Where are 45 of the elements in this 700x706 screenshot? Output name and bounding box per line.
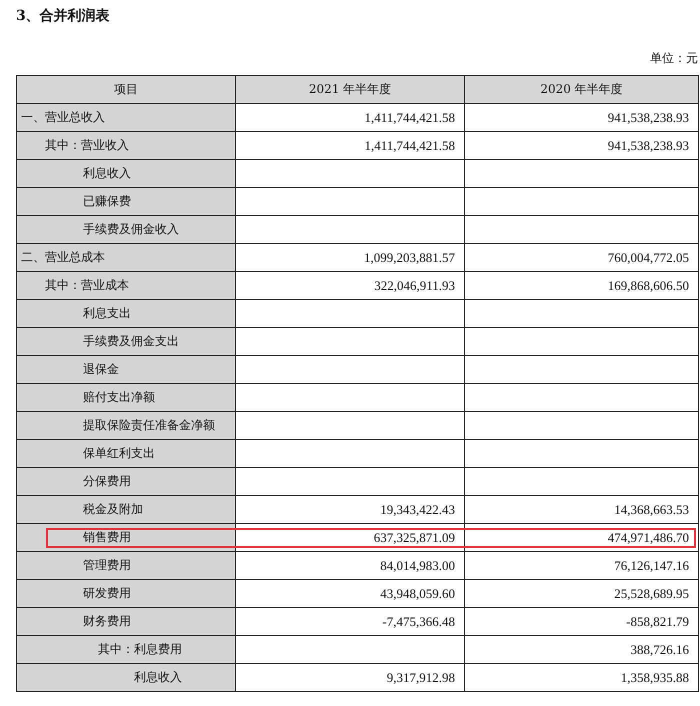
value-cell: 474,971,486.70: [464, 524, 698, 552]
section-title: 3、合并利润表: [15, 6, 110, 26]
item-cell: 利息支出: [16, 300, 236, 328]
value-cell: 25,528,689.95: [464, 580, 698, 608]
item-cell: 利息收入: [16, 160, 236, 188]
item-cell: 研发费用: [16, 580, 236, 608]
value-cell: 169,868,606.50: [464, 272, 698, 300]
value-cell: 760,004,772.05: [464, 244, 698, 272]
column-header: 项目: [16, 76, 236, 104]
item-cell: 税金及附加: [16, 496, 236, 524]
item-cell: 其中：利息费用: [16, 636, 236, 664]
item-cell: 赔付支出净额: [16, 384, 236, 412]
column-header: 2020 年半年度: [464, 76, 698, 104]
value-cell: 322,046,911.93: [236, 272, 464, 300]
value-cell: 19,343,422.43: [236, 496, 464, 524]
value-cell: -7,475,366.48: [236, 608, 464, 636]
value-cell: 76,126,147.16: [464, 552, 698, 580]
value-cell: 1,411,744,421.58: [236, 132, 464, 160]
item-cell: 已赚保费: [16, 188, 236, 216]
value-cell: 43,948,059.60: [236, 580, 464, 608]
item-cell: 其中：营业成本: [16, 272, 236, 300]
column-header: 2021 年半年度: [236, 76, 464, 104]
unit-label: 单位：元: [650, 51, 698, 65]
value-cell: 14,368,663.53: [464, 496, 698, 524]
item-cell: 手续费及佣金收入: [16, 216, 236, 244]
item-cell: 保单红利支出: [16, 440, 236, 468]
item-cell: 其中：营业收入: [16, 132, 236, 160]
value-cell: 1,099,203,881.57: [236, 244, 464, 272]
item-cell: 一、营业总收入: [16, 104, 236, 132]
value-cell: 388,726.16: [464, 636, 698, 664]
item-cell: 管理费用: [16, 552, 236, 580]
item-cell: 利息收入: [16, 664, 236, 692]
value-cell: 941,538,238.93: [464, 104, 698, 132]
value-cell: 941,538,238.93: [464, 132, 698, 160]
item-cell: 二、营业总成本: [16, 244, 236, 272]
item-cell: 手续费及佣金支出: [16, 328, 236, 356]
item-cell: 退保金: [16, 356, 236, 384]
value-cell: -858,821.79: [464, 608, 698, 636]
value-cell: 84,014,983.00: [236, 552, 464, 580]
value-cell: 9,317,912.98: [236, 664, 464, 692]
item-cell: 提取保险责任准备金净额: [16, 412, 236, 440]
value-cell: 1,411,744,421.58: [236, 104, 464, 132]
item-cell: 财务费用: [16, 608, 236, 636]
value-cell: 1,358,935.88: [464, 664, 698, 692]
item-cell: 分保费用: [16, 468, 236, 496]
